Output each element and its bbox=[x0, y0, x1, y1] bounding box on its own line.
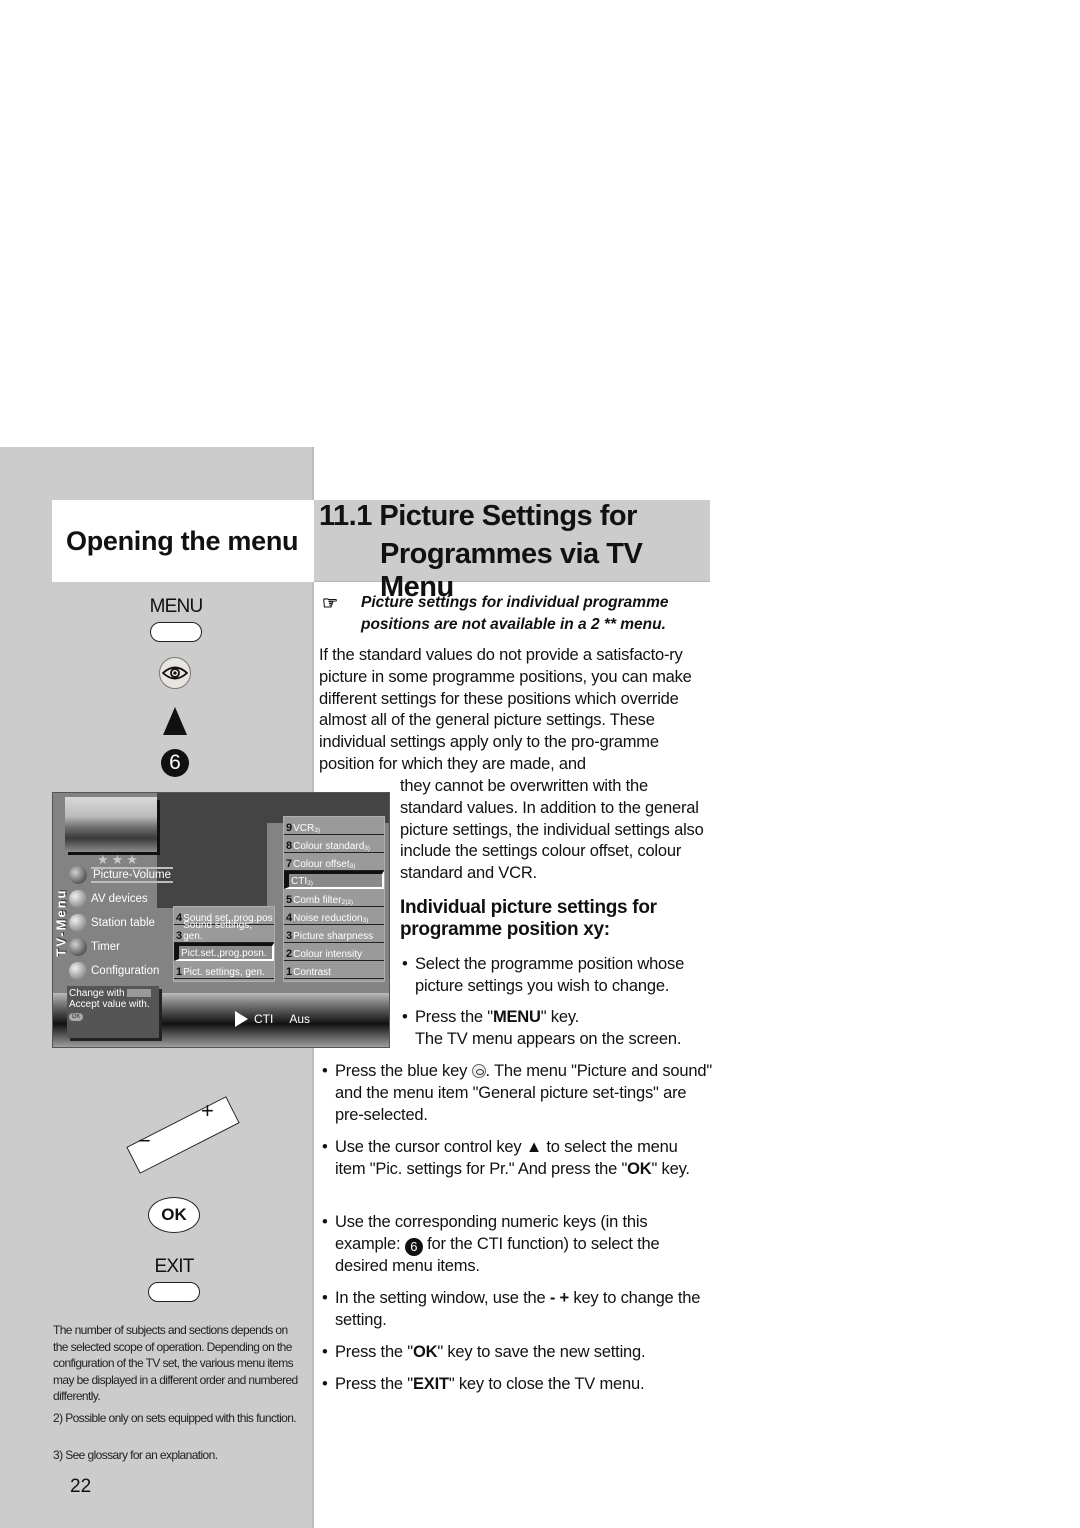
bullet-setting-window: • In the setting window, use the - + key … bbox=[322, 1289, 701, 1329]
bullet-blue-key: • Press the blue key . The menu "Picture … bbox=[322, 1062, 712, 1124]
eye-icon bbox=[471, 1064, 486, 1078]
plus-icon: + bbox=[201, 1098, 214, 1123]
ok-key: OK bbox=[148, 1197, 200, 1233]
eye-icon bbox=[159, 657, 191, 689]
tv-main-item-station-table: Station table bbox=[69, 913, 155, 933]
tv-submenu-item: 1 Pict. settings, gen. bbox=[174, 961, 274, 979]
ball-icon bbox=[69, 866, 87, 884]
tv-submenu: 4 Sound set,.prog.pos 3 Sound settings, ge… bbox=[173, 906, 275, 982]
tv-settings-item: 3 Picture sharpness bbox=[284, 925, 384, 943]
exit-key bbox=[148, 1282, 200, 1302]
pointing-hand-icon: ☞ bbox=[322, 593, 339, 613]
tv-settings-item: 8 Colour standard 3) bbox=[284, 835, 384, 853]
tv-settings-item: 7 Colour offset 3) bbox=[284, 853, 384, 871]
exit-key-label: EXIT bbox=[154, 1256, 194, 1277]
tv-main-item-configuration: Configuration bbox=[69, 961, 159, 981]
ball-icon bbox=[69, 938, 87, 956]
tv-main-item-av-devices: AV devices bbox=[69, 889, 148, 909]
minus-plus-icon bbox=[127, 989, 152, 998]
tv-dark-area bbox=[157, 793, 267, 908]
tv-status: CTI Aus bbox=[235, 1011, 310, 1027]
menu-key bbox=[150, 622, 202, 642]
tv-preview-image bbox=[65, 797, 157, 852]
bullet-select-position: • Select the programme position whose pic… bbox=[402, 955, 685, 995]
tv-vertical-label: TV-Menu bbox=[53, 888, 69, 957]
bullet-numeric-keys: • Use the corresponding numeric keys (in … bbox=[322, 1213, 660, 1275]
sidebar-title-box: Opening the menu bbox=[52, 500, 314, 582]
tv-settings-item: 5 Comb filter 2)3) bbox=[284, 889, 384, 907]
tv-help-box: Change with Accept value with. OK bbox=[67, 986, 159, 1038]
ball-icon bbox=[69, 890, 87, 908]
tv-settings-item: 1 Contrast bbox=[284, 961, 384, 979]
footnote-2: 2) Possible only on sets equipped with t… bbox=[53, 1411, 297, 1425]
tv-submenu-item: 3 Sound settings, gen. bbox=[174, 920, 274, 943]
menu-key-label: MENU bbox=[149, 596, 204, 617]
tv-settings-item-selected: CTI 3) bbox=[284, 871, 384, 889]
ok-icon: OK bbox=[69, 1013, 83, 1021]
tv-settings-item: 4 Noise reduction 3) bbox=[284, 907, 384, 925]
tv-settings-item: 9 VCR 3) bbox=[284, 817, 384, 835]
footnote-3: 3) See glossary for an explanation. bbox=[53, 1448, 218, 1462]
sidebar-title: Opening the menu bbox=[66, 525, 299, 556]
footnote-general: The number of subjects and sections depe… bbox=[53, 1323, 298, 1403]
tv-submenu-item-selected: Pict.set.,prog.posn. bbox=[174, 943, 274, 961]
up-arrow-icon bbox=[163, 707, 187, 735]
tv-settings-item: 2 Colour intensity bbox=[284, 943, 384, 961]
number-six-icon: 6 bbox=[404, 1237, 423, 1256]
ball-icon bbox=[69, 914, 87, 932]
section-title-line1: 11.1 Picture Settings for bbox=[319, 500, 637, 532]
number-six-key: 6 bbox=[161, 749, 189, 777]
bullet-press-ok: • Press the "OK" key to save the new sett… bbox=[322, 1343, 646, 1361]
intro-paragraph-wrap: they cannot be overwritten with the stan… bbox=[400, 777, 704, 883]
tv-main-item-picture-volume: Picture-Volume bbox=[69, 865, 173, 885]
minus-icon: − bbox=[138, 1128, 151, 1153]
page-number: 22 bbox=[70, 1476, 92, 1497]
tv-settings-list: 9 VCR 3) 8 Colour standard 3) 7 Colour offset… bbox=[283, 816, 385, 982]
bullet-press-menu: • Press the "MENU" key. The TV menu appear… bbox=[402, 1008, 682, 1048]
intro-paragraph: If the standard values do not provide a … bbox=[319, 646, 692, 773]
play-icon bbox=[235, 1011, 248, 1027]
subheading: Individual picture settings for programm… bbox=[400, 897, 657, 940]
section-header: 11.1 Picture Settings for Programmes via… bbox=[314, 500, 710, 603]
ball-icon bbox=[69, 962, 87, 980]
note: ☞ Picture settings for individual progra… bbox=[322, 593, 669, 633]
bullet-press-exit: • Press the "EXIT" key to close the TV me… bbox=[322, 1375, 645, 1393]
bullet-cursor-key: • Use the cursor control key ▲ to select … bbox=[322, 1138, 690, 1178]
tv-main-item-timer: Timer bbox=[69, 937, 120, 957]
tv-menu-screenshot: ★★★ TV-Menu Picture-Volume AV devices St… bbox=[52, 792, 390, 1048]
